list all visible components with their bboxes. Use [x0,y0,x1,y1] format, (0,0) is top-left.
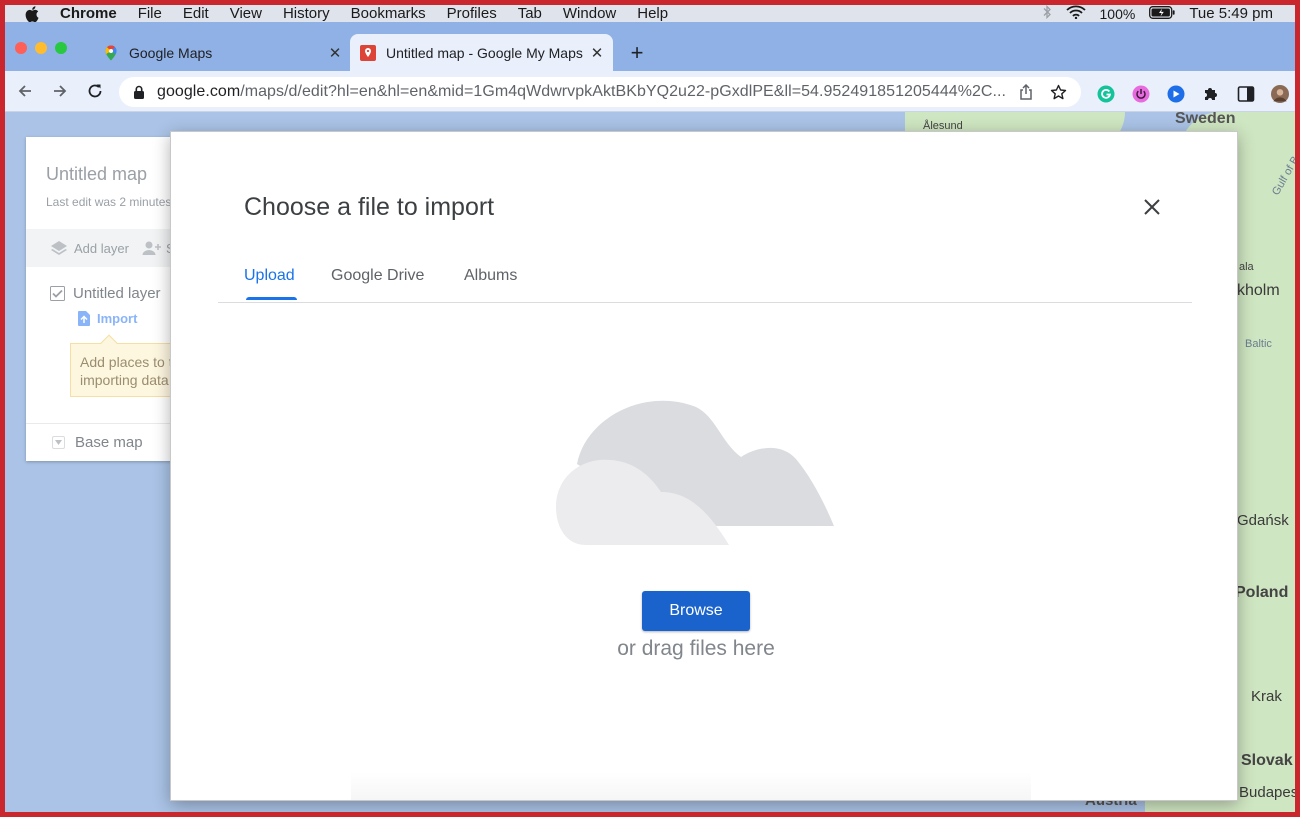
address-bar[interactable]: google.com/maps/d/edit?hl=en&hl=en&mid=1… [119,77,1081,107]
menu-view[interactable]: View [230,5,262,22]
add-person-icon [142,241,161,255]
grammarly-extension-icon[interactable] [1097,85,1115,103]
clock[interactable]: Tue 5:49 pm [1189,5,1273,22]
tab-untitled-map[interactable]: Untitled map - Google My Maps ✕ [350,34,613,71]
tab-albums[interactable]: Albums [464,267,517,285]
drag-files-hint: or drag files here [617,637,775,660]
menu-window[interactable]: Window [563,5,616,22]
panel-action-bar: Add layer Share [26,229,186,267]
menu-chrome[interactable]: Chrome [60,5,117,22]
menu-history[interactable]: History [283,5,330,22]
screen: Chrome File Edit View History Bookmarks … [5,5,1295,812]
bookmark-star-icon[interactable] [1049,83,1067,101]
extensions-puzzle-icon[interactable] [1202,85,1220,103]
tab-upload[interactable]: Upload [244,267,297,300]
lock-icon[interactable] [133,85,147,99]
close-tab-icon[interactable]: ✕ [589,45,605,62]
selected-tab-indicator [246,297,297,300]
map-label: Gdańsk [1237,512,1289,529]
menu-help[interactable]: Help [637,5,668,22]
battery-icon[interactable] [1149,5,1175,22]
reload-button[interactable] [85,81,105,101]
import-source-tabs: Upload Google Drive Albums [218,252,1192,303]
map-label: Krak [1251,688,1282,705]
map-label: kholm [1237,282,1280,299]
dialog-bottom-shade [351,772,1031,800]
close-window-button[interactable] [15,42,27,54]
side-panel-icon[interactable] [1237,85,1255,103]
map-label: Slovak [1241,752,1293,769]
mac-menu-bar: Chrome File Edit View History Bookmarks … [5,5,1295,22]
tab-google-drive[interactable]: Google Drive [331,267,424,285]
battery-percent: 100% [1099,5,1136,22]
last-edit-text: Last edit was 2 minutes ago [46,195,186,209]
close-icon [1144,199,1160,215]
import-link[interactable]: Import [78,311,137,326]
layer-untitled[interactable]: Untitled layer [50,285,161,302]
wifi-icon[interactable] [1065,5,1086,22]
add-layer-button[interactable]: Add layer [50,240,129,256]
tab-title: Untitled map - Google My Maps [386,44,583,61]
menu-profiles[interactable]: Profiles [447,5,497,22]
map-label: Budapes [1239,784,1295,801]
close-tab-icon[interactable]: ✕ [327,45,343,62]
map-label: Poland [1235,584,1289,601]
maximize-window-button[interactable] [55,42,67,54]
forward-button[interactable] [50,81,70,101]
browse-button[interactable]: Browse [642,591,750,631]
window-controls [15,42,75,54]
my-maps-icon [360,44,376,61]
apple-logo-icon[interactable] [23,5,40,22]
tab-strip: Google Maps ✕ Untitled map - Google My M… [5,22,1295,71]
menu-file[interactable]: File [138,5,162,22]
tab-google-maps[interactable]: Google Maps ✕ [93,34,351,71]
map-label: Baltic [1245,338,1272,350]
video-extension-icon[interactable] [1167,85,1185,103]
browser-toolbar: google.com/maps/d/edit?hl=en&hl=en&mid=1… [5,71,1295,112]
menu-tab[interactable]: Tab [518,5,542,22]
import-hint-tooltip: Add places to this layer by drawing or i… [70,334,186,397]
map-label: Sweden [1175,112,1236,127]
dialog-title: Choose a file to import [244,193,495,221]
chevron-down-icon [52,436,65,449]
close-dialog-button[interactable] [1141,196,1163,218]
import-dialog: Choose a file to import Upload Google Dr… [170,131,1238,801]
checkbox-checked-icon [50,286,65,301]
map-side-panel: Untitled map Last edit was 2 minutes ago… [26,137,186,461]
profile-avatar-icon[interactable] [1271,85,1289,103]
import-file-icon [78,311,90,326]
upload-cloud-illustration [556,400,834,545]
base-map-toggle[interactable]: Base map [26,423,186,461]
minimize-window-button[interactable] [35,42,47,54]
google-maps-icon [103,44,119,61]
tab-title: Google Maps [129,44,213,61]
layers-icon [51,241,67,255]
power-extension-icon[interactable] [1132,85,1150,103]
url-text: google.com/maps/d/edit?hl=en&hl=en&mid=1… [157,83,1007,100]
back-button[interactable] [15,81,35,101]
map-title[interactable]: Untitled map [46,164,147,185]
menu-bookmarks[interactable]: Bookmarks [351,5,426,22]
bluetooth-icon[interactable] [1042,5,1052,22]
share-icon[interactable] [1017,83,1035,101]
menu-edit[interactable]: Edit [183,5,209,22]
new-tab-button[interactable]: + [627,42,647,64]
map-label: ala [1239,261,1254,273]
